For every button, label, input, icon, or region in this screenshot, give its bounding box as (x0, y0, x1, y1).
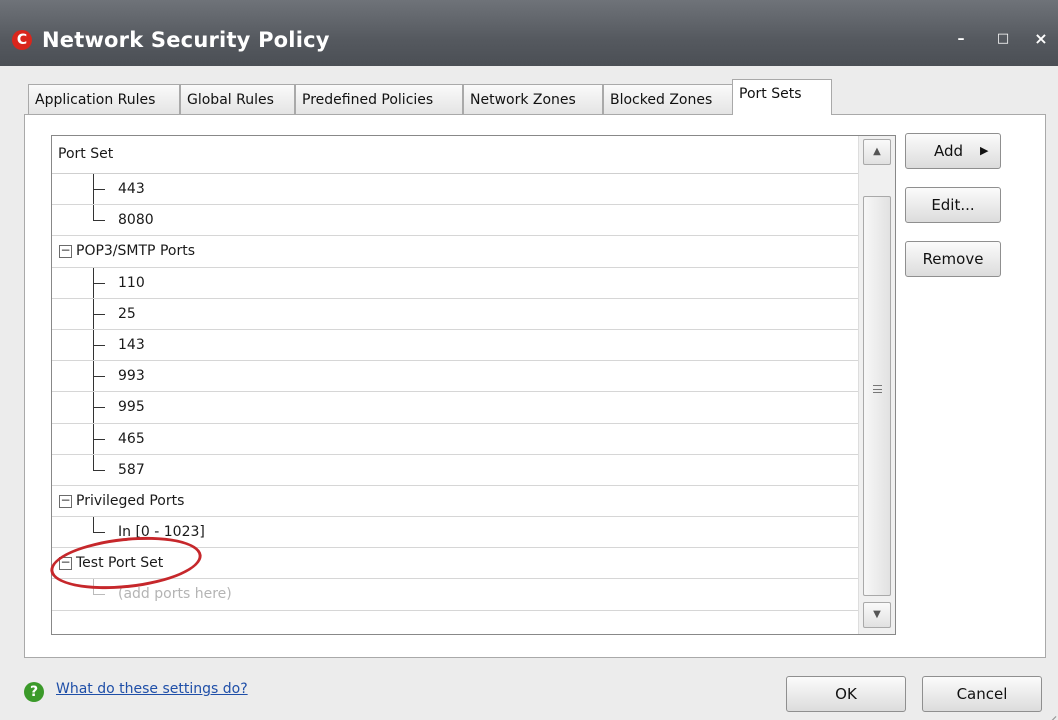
group-label: Test Port Set (76, 555, 164, 572)
close-button[interactable]: × (1030, 28, 1052, 50)
ok-button[interactable]: OK (786, 676, 906, 712)
collapse-icon[interactable]: − (59, 556, 72, 571)
window-title: Network Security Policy (42, 28, 330, 52)
edit-button[interactable]: Edit... (905, 187, 1001, 223)
minimize-button[interactable]: – (950, 28, 972, 50)
title-bar[interactable]: C Network Security Policy – □ × (0, 0, 1058, 66)
port-label: 110 (118, 274, 145, 291)
tree-branch-line (93, 454, 107, 485)
port-set-rows: 443 8080− POP3/SMTP Ports 110 25 143 993 995 465… (52, 174, 858, 611)
grip-icon (873, 385, 882, 393)
scroll-thumb[interactable] (863, 196, 891, 596)
port-set-group-row[interactable]: − POP3/SMTP Ports (52, 236, 858, 268)
port-label: 465 (118, 430, 145, 447)
port-label: 443 (118, 181, 145, 197)
port-row[interactable]: 8080 (52, 205, 858, 237)
add-ports-placeholder-row[interactable]: (add ports here) (52, 579, 858, 611)
tree-branch-line (93, 329, 107, 361)
port-set-list[interactable]: Port Set 443 8080− POP3/SMTP Ports 110 25 143… (51, 135, 896, 635)
vertical-scrollbar[interactable]: ▲ ▼ (858, 136, 895, 634)
group-label: Privileged Ports (76, 492, 185, 509)
scroll-down-icon[interactable]: ▼ (863, 602, 891, 628)
port-row[interactable]: In [0 - 1023] (52, 517, 858, 549)
port-set-group-row[interactable]: − Privileged Ports (52, 486, 858, 518)
tab-global-rules[interactable]: Global Rules (180, 84, 295, 114)
group-label: POP3/SMTP Ports (76, 243, 195, 260)
tab-blocked-zones[interactable]: Blocked Zones (603, 84, 733, 114)
tree-branch-line (93, 392, 107, 423)
tree-branch-line (93, 267, 107, 298)
help-icon: ? (24, 682, 44, 702)
port-label: 25 (118, 305, 136, 322)
tab-predefined-policies[interactable]: Predefined Policies (295, 84, 463, 114)
scroll-up-icon[interactable]: ▲ (863, 139, 891, 165)
port-label: 587 (118, 461, 145, 478)
network-security-policy-window: C Network Security Policy – □ × Applicat… (0, 0, 1058, 720)
tab-network-zones[interactable]: Network Zones (463, 84, 603, 114)
maximize-button[interactable]: □ (992, 28, 1014, 50)
port-row[interactable]: 443 (52, 174, 858, 206)
port-row[interactable]: 587 (52, 454, 858, 486)
tab-port-sets[interactable]: Port Sets (732, 79, 832, 115)
help-link[interactable]: What do these settings do? (56, 681, 248, 697)
port-set-group-row[interactable]: − Test Port Set (52, 548, 858, 580)
port-row[interactable]: 993 (52, 361, 858, 393)
app-logo-icon: C (12, 30, 32, 50)
collapse-icon[interactable]: − (59, 244, 72, 259)
placeholder-label: (add ports here) (118, 586, 232, 603)
port-row[interactable]: 995 (52, 392, 858, 424)
tree-branch-line (93, 205, 107, 235)
column-header-port-set[interactable]: Port Set (52, 136, 858, 174)
port-label: 143 (118, 336, 145, 353)
add-button[interactable]: Add ▶ (905, 133, 1001, 169)
tree-branch-line (93, 423, 107, 454)
submenu-arrow-icon: ▶ (980, 144, 989, 157)
tree-branch-line (93, 517, 107, 547)
tab-application-rules[interactable]: Application Rules (28, 84, 180, 114)
port-label: 995 (118, 399, 145, 416)
cancel-button[interactable]: Cancel (922, 676, 1042, 712)
resize-grip-icon[interactable] (1040, 702, 1057, 720)
tree-branch-line (93, 298, 107, 329)
port-row[interactable]: 110 (52, 267, 858, 299)
port-row[interactable]: 143 (52, 329, 858, 362)
tree-branch-line (93, 174, 107, 205)
port-row[interactable]: 25 (52, 298, 858, 330)
port-label: 8080 (118, 212, 154, 229)
remove-button[interactable]: Remove (905, 241, 1001, 277)
tree-branch-line (93, 361, 107, 392)
port-sets-panel: Port Set 443 8080− POP3/SMTP Ports 110 25 143… (24, 114, 1046, 658)
add-button-label: Add (934, 142, 964, 160)
port-label: 993 (118, 368, 145, 385)
collapse-icon[interactable]: − (59, 494, 72, 508)
tree-branch-line (93, 579, 107, 609)
port-row[interactable]: 465 (52, 423, 858, 455)
port-label: In [0 - 1023] (118, 524, 205, 541)
